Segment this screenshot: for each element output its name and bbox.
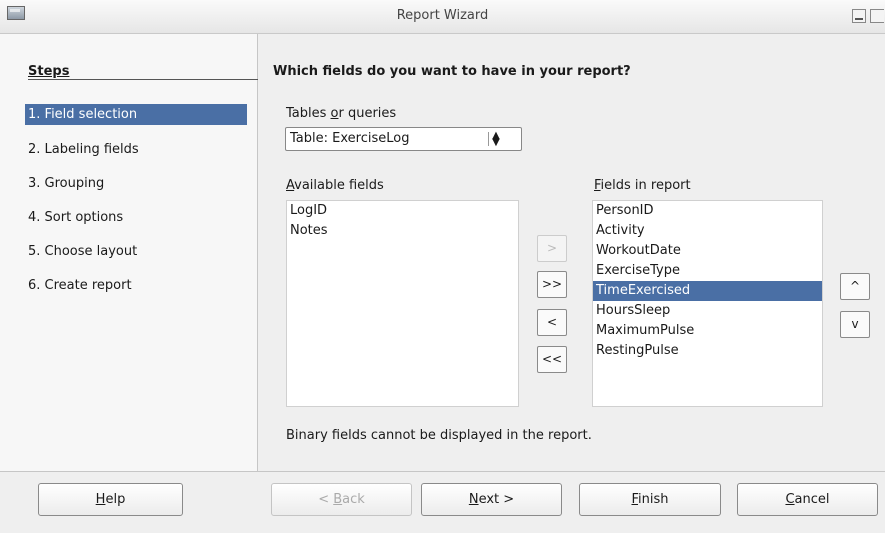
step-labeling-fields[interactable]: 2. Labeling fields [25, 139, 247, 160]
back-button[interactable]: < Back [271, 483, 412, 516]
fields-in-report-label: Fields in report [594, 178, 691, 193]
step-field-selection[interactable]: 1. Field selection [25, 104, 247, 125]
list-item[interactable]: WorkoutDate [593, 241, 822, 261]
finish-button[interactable]: Finish [579, 483, 721, 516]
list-item[interactable]: PersonID [593, 201, 822, 221]
list-item[interactable]: Notes [287, 221, 518, 241]
window-title: Report Wizard [396, 8, 489, 23]
minimize-button[interactable] [852, 9, 866, 23]
close-button[interactable] [870, 9, 884, 23]
footer-divider [0, 471, 885, 472]
steps-panel: Steps 1. Field selection 2. Labeling fie… [0, 34, 258, 471]
list-item[interactable]: LogID [287, 201, 518, 221]
next-button[interactable]: Next > [421, 483, 562, 516]
list-item[interactable]: HoursSleep [593, 301, 822, 321]
page-question: Which fields do you want to have in your… [273, 64, 631, 79]
tables-label: Tables or queries [286, 106, 397, 121]
tables-select[interactable]: Table: ExerciseLog ▲ ▼ [285, 127, 522, 151]
move-down-button[interactable]: v [840, 311, 870, 338]
step-sort-options[interactable]: 4. Sort options [25, 207, 247, 228]
title-bar: Report Wizard [0, 0, 885, 34]
step-grouping[interactable]: 3. Grouping [25, 173, 247, 194]
remove-all-fields-button[interactable]: << [537, 346, 567, 373]
cancel-button[interactable]: Cancel [737, 483, 878, 516]
help-button[interactable]: Help [38, 483, 183, 516]
available-fields-label: Available fields [286, 178, 384, 193]
add-field-button[interactable]: > [537, 235, 567, 262]
step-choose-layout[interactable]: 5. Choose layout [25, 241, 247, 262]
list-item[interactable]: Activity [593, 221, 822, 241]
list-item[interactable]: RestingPulse [593, 341, 822, 361]
list-item-selected[interactable]: TimeExercised [593, 281, 822, 301]
step-create-report[interactable]: 6. Create report [25, 275, 247, 296]
binary-fields-note: Binary fields cannot be displayed in the… [286, 428, 592, 443]
steps-divider [28, 79, 258, 80]
add-all-fields-button[interactable]: >> [537, 271, 567, 298]
spin-arrows-icon: ▲ ▼ [488, 131, 503, 148]
steps-title: Steps [28, 64, 70, 79]
remove-field-button[interactable]: < [537, 309, 567, 336]
available-fields-list[interactable]: LogID Notes [286, 200, 519, 407]
fields-in-report-list[interactable]: PersonID Activity WorkoutDate ExerciseTy… [592, 200, 823, 407]
move-up-button[interactable]: ^ [840, 273, 870, 300]
tables-select-value: Table: ExerciseLog [290, 131, 410, 146]
list-item[interactable]: ExerciseType [593, 261, 822, 281]
list-item[interactable]: MaximumPulse [593, 321, 822, 341]
